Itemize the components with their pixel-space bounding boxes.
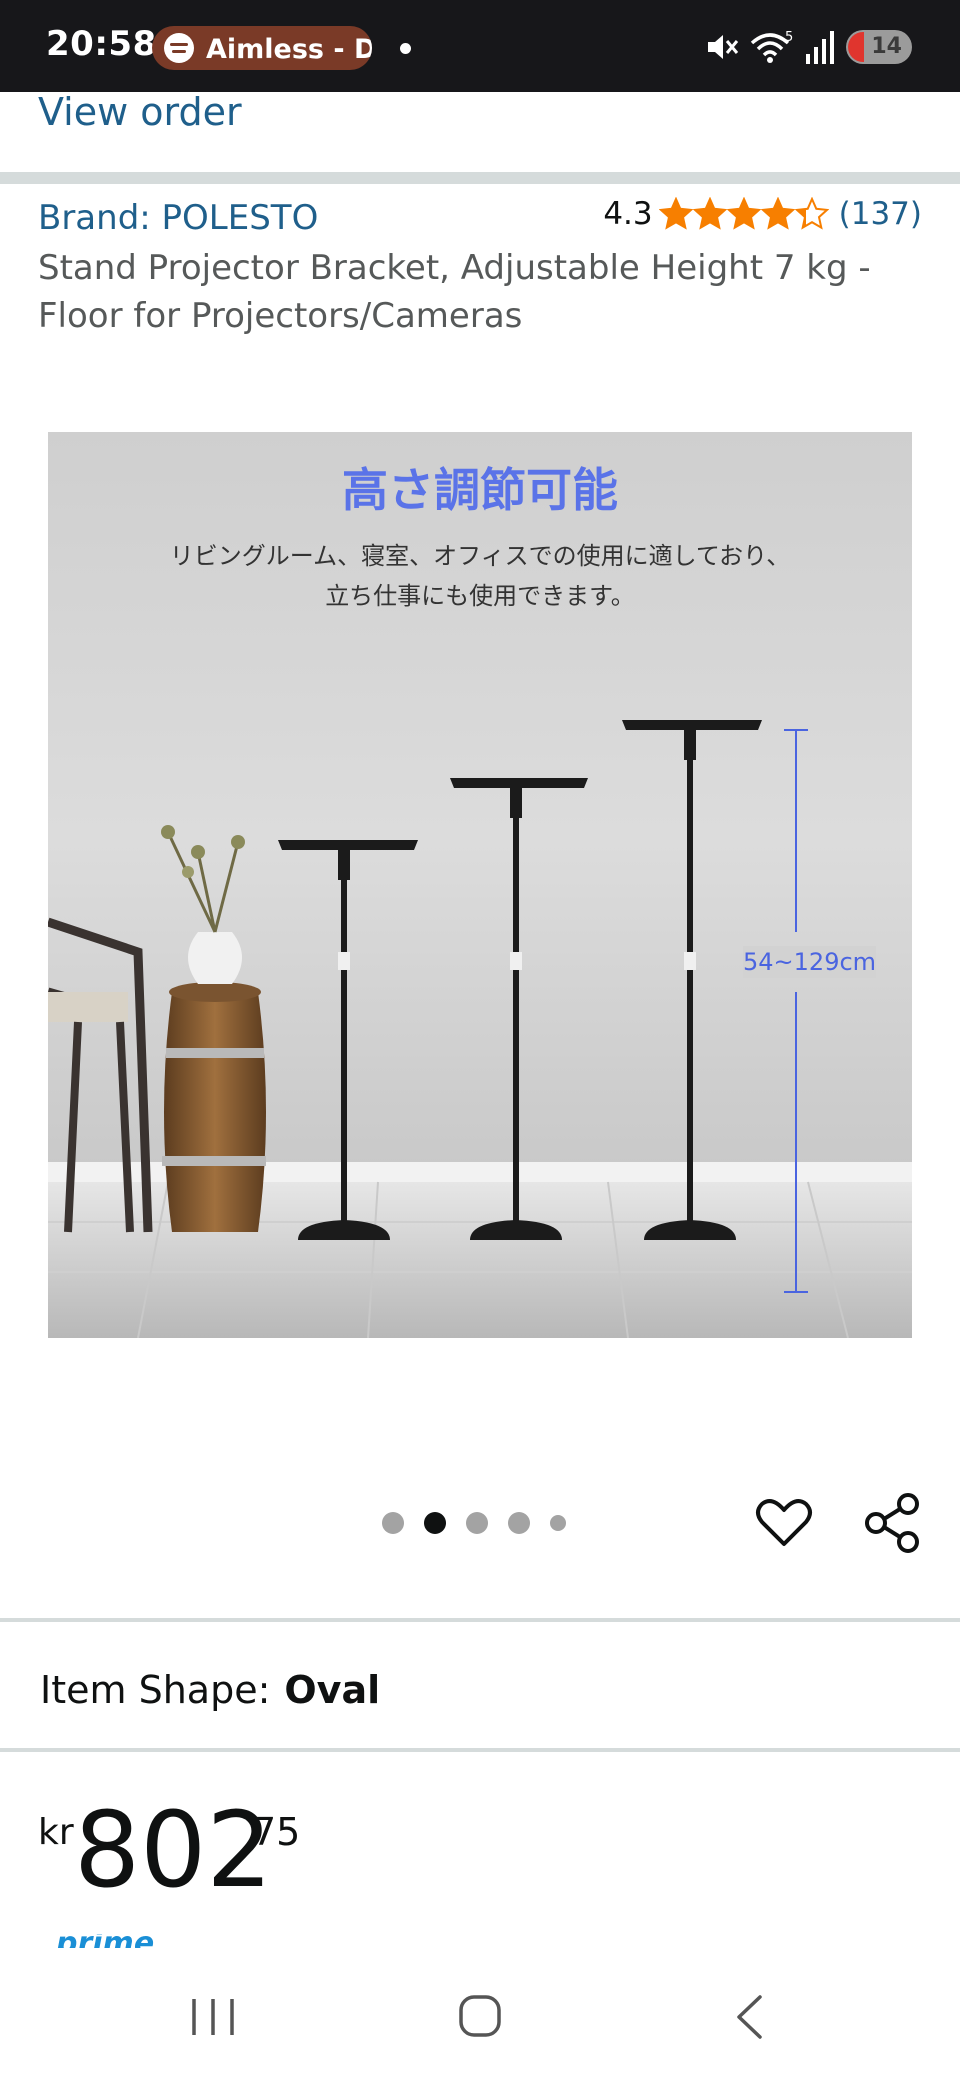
section-divider	[0, 1748, 960, 1752]
battery-icon: 14	[846, 30, 912, 64]
product-title: Stand Projector Bracket, Adjustable Heig…	[38, 248, 871, 336]
star-icon	[726, 197, 761, 230]
price-fraction: 75	[252, 1810, 301, 1854]
signal-icon	[806, 31, 834, 64]
media-label: Aimless - D	[206, 34, 372, 65]
brand-link[interactable]: Brand: POLESTO	[38, 198, 318, 238]
carousel-dot[interactable]	[382, 1512, 404, 1534]
spotify-icon	[164, 33, 194, 63]
image-measurement: 54~129cm	[743, 946, 877, 978]
rating-value: 4.3	[603, 196, 653, 232]
section-divider	[0, 172, 960, 184]
item-shape-label: Item Shape:	[40, 1668, 271, 1712]
rating-stars	[658, 197, 829, 231]
rating-summary[interactable]: 4.3 (137)	[603, 196, 922, 232]
wifi-badge: 5	[785, 30, 793, 45]
recent-apps-icon[interactable]	[190, 1997, 236, 2037]
section-divider	[0, 1618, 960, 1622]
status-icons: 5 14	[704, 26, 912, 68]
share-icon[interactable]	[862, 1492, 922, 1554]
prime-logo-icon: prime	[56, 1934, 180, 1948]
price-currency: kr	[38, 1812, 74, 1853]
media-notification-chip[interactable]: Aimless - D	[152, 26, 372, 70]
wifi-icon: 5	[750, 30, 793, 63]
star-icon	[658, 197, 693, 230]
product-image[interactable]: 高さ調節可能 リビングルーム、寝室、オフィスでの使用に適しており、 立ち仕事にも…	[48, 432, 912, 1338]
heart-icon[interactable]	[754, 1492, 814, 1552]
home-icon[interactable]	[458, 1994, 502, 2038]
carousel-dot[interactable]	[550, 1515, 566, 1531]
rating-count[interactable]: (137)	[839, 196, 922, 232]
status-time: 20:58	[46, 24, 157, 64]
star-icon	[760, 197, 795, 230]
mute-icon	[708, 35, 739, 59]
carousel-dot[interactable]	[508, 1512, 530, 1534]
image-heading: 高さ調節可能	[342, 463, 618, 517]
carousel-dot[interactable]	[466, 1512, 488, 1534]
price-whole: 802	[74, 1789, 273, 1911]
view-order-link[interactable]: View order	[38, 90, 242, 134]
notification-dot-icon	[400, 43, 411, 54]
image-subtitle: リビングルーム、寝室、オフィスでの使用に適しており、 立ち仕事にも使用できます。	[169, 542, 791, 610]
star-icon	[794, 197, 829, 230]
carousel-indicator[interactable]	[382, 1512, 566, 1534]
carousel-dot[interactable]	[424, 1512, 446, 1534]
item-shape-value: Oval	[284, 1668, 381, 1712]
item-shape-row[interactable]: Item Shape: Oval	[40, 1668, 380, 1712]
back-icon[interactable]	[734, 1994, 764, 2040]
system-nav-bar	[0, 1950, 960, 2080]
star-icon	[692, 197, 727, 230]
status-bar: 20:58 Aimless - D 5 14	[0, 0, 960, 92]
